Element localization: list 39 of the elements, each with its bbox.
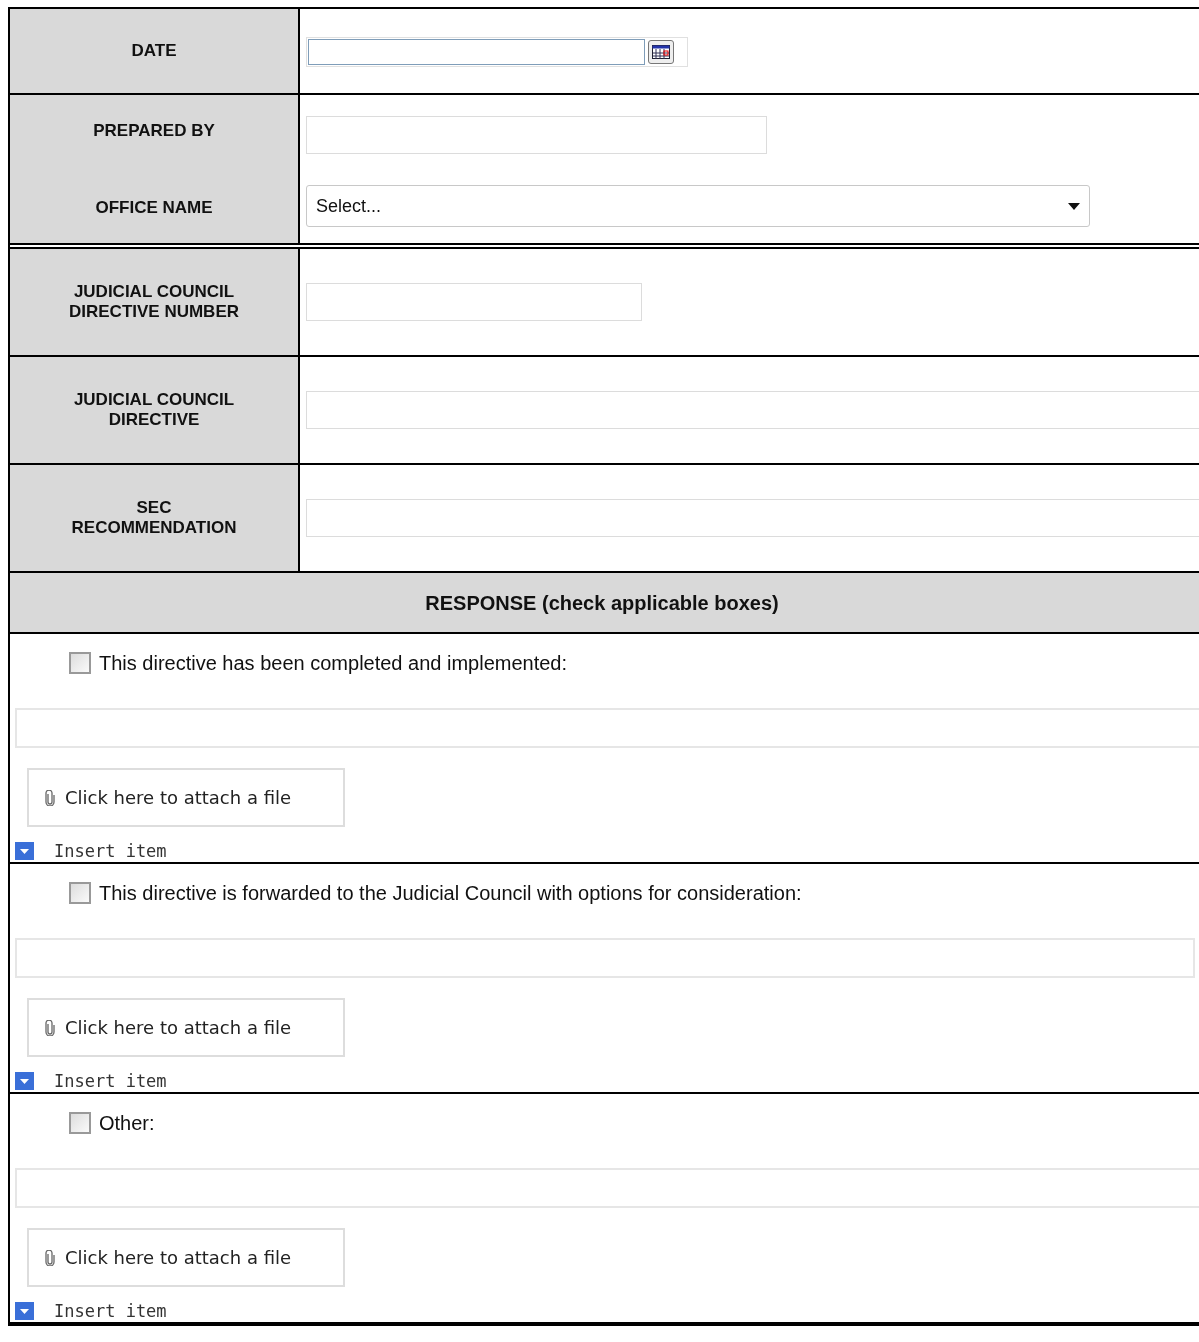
insert-item-link[interactable]: Insert item — [54, 1071, 167, 1091]
text-field[interactable] — [306, 116, 767, 154]
checkbox-label: This directive is forwarded to the Judicial Council with options for consideration: — [99, 881, 802, 906]
attach-file-button[interactable]: Click here to attach a file — [27, 1228, 345, 1287]
response-title: RESPONSE (check applicable boxes) — [425, 590, 779, 616]
text-field[interactable] — [306, 499, 1199, 537]
response-text-field[interactable] — [15, 1168, 1199, 1208]
expand-icon[interactable] — [15, 842, 34, 860]
attach-file-button[interactable]: Click here to attach a file — [27, 998, 345, 1057]
response-text-field[interactable] — [15, 938, 1195, 978]
expand-icon[interactable] — [15, 1072, 34, 1090]
field-label: PREPARED BY — [93, 120, 215, 141]
field-label: OFFICE NAME — [95, 197, 213, 218]
insert-item-link[interactable]: Insert item — [54, 841, 167, 861]
date-field[interactable] — [308, 39, 645, 65]
insert-item-link[interactable]: Insert item — [54, 1301, 167, 1321]
field-label: SEC — [136, 498, 172, 518]
paperclip-icon — [45, 1019, 55, 1036]
paperclip-icon — [45, 789, 55, 806]
field-label: JUDICIAL COUNCIL — [73, 390, 235, 410]
checkbox[interactable] — [69, 882, 91, 904]
checkbox[interactable] — [69, 1112, 91, 1134]
checkbox[interactable] — [69, 652, 91, 674]
field-label: DIRECTIVE — [108, 410, 200, 430]
checkbox-label: This directive has been completed and implemented: — [99, 651, 568, 676]
field-label: RECOMMENDATION — [71, 518, 237, 538]
text-field[interactable] — [306, 391, 1199, 429]
paperclip-icon — [45, 1249, 55, 1266]
calendar-icon[interactable] — [648, 40, 674, 64]
field-label: JUDICIAL COUNCIL — [73, 282, 235, 302]
dropdown-icon — [1068, 202, 1080, 210]
attach-file-button[interactable]: Click here to attach a file — [27, 768, 345, 827]
expand-icon[interactable] — [15, 1302, 34, 1320]
checkbox-label: Other: — [99, 1111, 155, 1136]
field-label: DATE — [131, 41, 177, 61]
response-text-field[interactable] — [15, 708, 1199, 748]
office-select[interactable]: Select... — [306, 185, 1090, 227]
text-field[interactable] — [306, 283, 642, 321]
field-label: DIRECTIVE NUMBER — [69, 302, 239, 322]
